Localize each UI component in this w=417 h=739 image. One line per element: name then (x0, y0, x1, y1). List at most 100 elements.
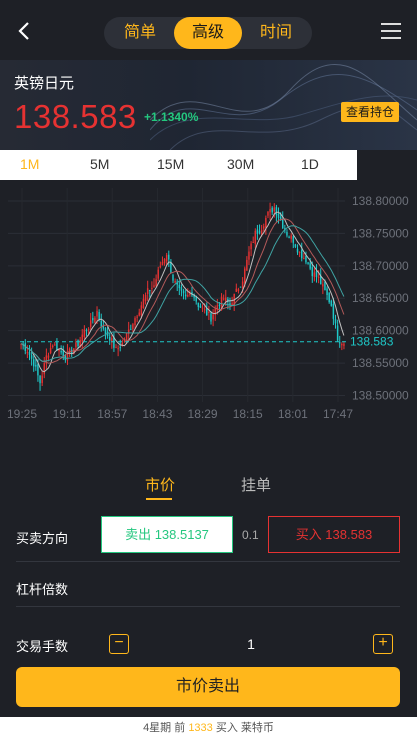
candle (241, 281, 244, 289)
candle (199, 305, 202, 308)
tab-market-order[interactable]: 市价 (145, 474, 175, 495)
candle (220, 296, 223, 308)
candle (138, 312, 140, 316)
candle (30, 355, 33, 359)
candle (201, 307, 204, 309)
candle (328, 292, 330, 303)
candle (315, 271, 318, 278)
view-positions-button[interactable]: 查看持仓 (341, 102, 399, 122)
candle (32, 359, 35, 367)
candle (311, 267, 314, 277)
candle (235, 288, 238, 292)
timeframe-1m[interactable]: 1M (20, 156, 39, 172)
candle (132, 324, 134, 330)
candle (161, 261, 164, 266)
candle (237, 289, 240, 292)
candle (153, 285, 155, 288)
candle (43, 363, 46, 375)
sell-button[interactable]: 卖出 138.5137 (101, 516, 233, 553)
candle (322, 284, 324, 287)
candle (108, 337, 111, 341)
candle (151, 287, 153, 289)
quantity-value[interactable]: 1 (240, 636, 262, 652)
candle (26, 352, 29, 354)
candle (81, 334, 83, 342)
candle (330, 300, 333, 306)
candle (336, 325, 339, 341)
candle (277, 213, 280, 218)
candle (294, 244, 297, 247)
tab-time[interactable]: 时间 (242, 17, 310, 49)
candle (115, 347, 117, 349)
candle (341, 343, 343, 346)
back-icon[interactable] (14, 20, 36, 42)
candle (254, 230, 257, 244)
candle (75, 342, 77, 348)
candle (258, 231, 261, 233)
candle (282, 219, 284, 229)
candle (271, 207, 273, 213)
timeframe-30m[interactable]: 30M (227, 156, 254, 172)
x-tick-label: 18:43 (142, 407, 172, 421)
candle (142, 298, 145, 308)
candle (155, 279, 157, 287)
timeframe-5m[interactable]: 5M (90, 156, 109, 172)
candle (246, 259, 248, 271)
candle (292, 236, 295, 243)
candle (144, 294, 147, 302)
tab-limit-order[interactable]: 挂单 (241, 474, 271, 495)
candle (184, 294, 187, 297)
candle (256, 229, 259, 234)
candle (35, 364, 37, 367)
candle (275, 207, 278, 216)
buy-button[interactable]: 买入 138.583 (268, 516, 400, 553)
candle (197, 302, 200, 307)
candle (313, 272, 316, 277)
x-tick-label: 19:11 (53, 407, 82, 421)
candle (317, 276, 320, 278)
y-tick-label: 138.65000 (352, 291, 409, 305)
y-tick-label: 138.70000 (352, 259, 409, 273)
y-tick-label: 138.50000 (352, 389, 409, 403)
candle (37, 364, 39, 376)
x-tick-label: 17:47 (323, 407, 353, 421)
ticker-time: 4星期 前 (143, 722, 186, 734)
decrease-quantity-button[interactable]: − (109, 634, 129, 654)
candle (58, 349, 60, 352)
candle (92, 318, 94, 321)
candle (100, 320, 102, 327)
tab-simple[interactable]: 简单 (106, 17, 174, 49)
active-tab-underline (146, 498, 172, 500)
candle (189, 293, 191, 296)
market-sell-button[interactable]: 市价卖出 (16, 667, 400, 707)
candle (54, 344, 56, 346)
candle (187, 294, 189, 297)
mode-switch: 简单 高级 时间 (104, 17, 312, 49)
candle (172, 274, 174, 281)
candle (49, 347, 52, 354)
timeframe-15m[interactable]: 15M (157, 156, 184, 172)
candle (305, 255, 307, 263)
lots-label: 交易手数 (16, 639, 69, 654)
candle (89, 320, 92, 327)
candle (98, 312, 100, 320)
current-price-label: 138.583 (350, 335, 394, 349)
candle (178, 284, 181, 289)
candle (324, 281, 326, 291)
candle (94, 317, 96, 323)
leverage-label: 杠杆倍数 (16, 582, 69, 597)
activity-ticker: 4星期 前 1333 买入 莱特币 (0, 717, 417, 739)
price-change: +1.1340% (144, 110, 199, 124)
candle (146, 288, 149, 295)
x-tick-label: 18:01 (278, 407, 308, 421)
divider (16, 561, 400, 562)
timeframe-1d[interactable]: 1D (301, 156, 319, 172)
increase-quantity-button[interactable]: + (373, 634, 393, 654)
candle (206, 308, 208, 316)
y-tick-label: 138.55000 (352, 356, 409, 370)
menu-icon[interactable] (381, 23, 401, 40)
candle (149, 289, 151, 291)
candle (290, 235, 292, 239)
tab-advanced[interactable]: 高级 (174, 17, 242, 49)
candlestick-chart[interactable]: 138.80000 138.75000 138.70000 138.65000 138.… (0, 180, 417, 430)
